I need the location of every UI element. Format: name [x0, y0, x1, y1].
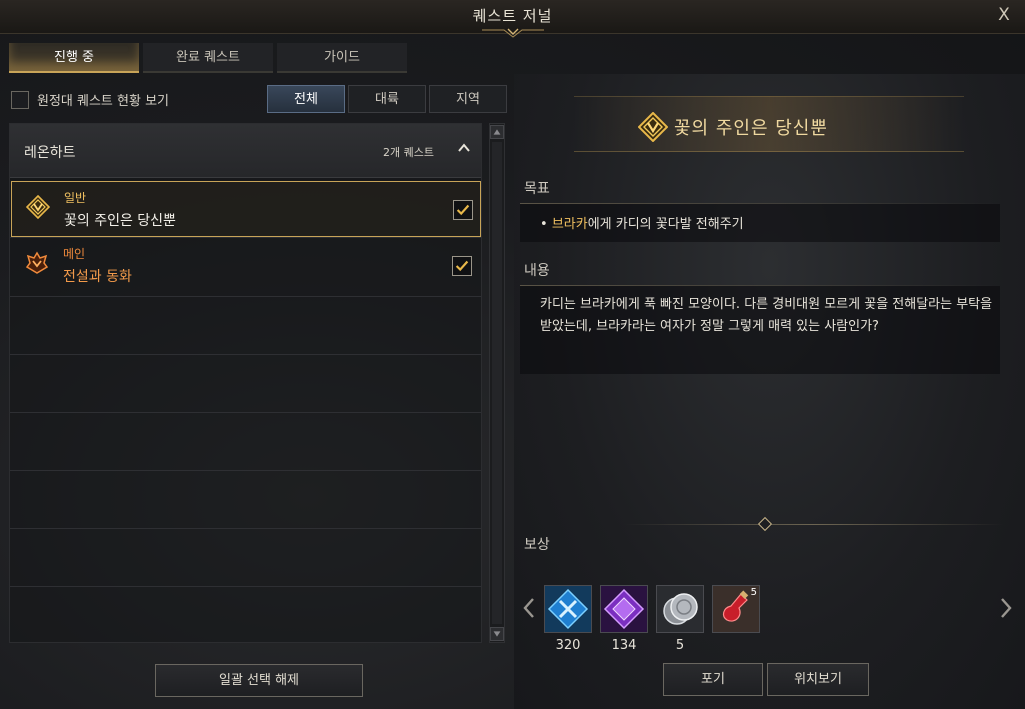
region-filter-group: 전체 대륙 지역: [267, 85, 507, 113]
expedition-quest-toggle[interactable]: 원정대 퀘스트 현황 보기: [11, 90, 169, 109]
quest-group-header[interactable]: 레온하트 2개 퀘스트: [10, 124, 481, 178]
objective-label: 목표: [524, 181, 550, 197]
reward-value: 134: [611, 638, 637, 653]
silver-coin-icon: [657, 586, 703, 632]
quest-group-name: 레온하트: [24, 145, 76, 161]
general-quest-icon: [638, 112, 668, 142]
reward-value: 5: [675, 638, 685, 653]
reward-value: 320: [555, 638, 581, 653]
reward-slot[interactable]: [600, 585, 648, 633]
close-button[interactable]: X: [993, 4, 1015, 26]
expedition-checkbox[interactable]: [11, 90, 29, 109]
objective-description: 에게 카디의 꽃다발 전해주기: [587, 217, 744, 232]
main-quest-icon: [25, 251, 49, 274]
tab-guide[interactable]: 가이드: [277, 43, 407, 73]
quest-group-count: 2개 퀘스트: [383, 146, 434, 159]
quest-item[interactable]: 메인 전설과 동화: [11, 238, 481, 294]
quest-track-checkbox[interactable]: [453, 200, 473, 220]
expedition-label: 원정대 퀘스트 현황 보기: [37, 94, 169, 109]
quest-item[interactable]: 일반 꽃의 주인은 당신뿐: [11, 181, 481, 237]
tab-in-progress[interactable]: 진행 중: [9, 43, 139, 73]
abandon-button[interactable]: 포기: [663, 663, 763, 696]
general-quest-icon: [26, 195, 50, 219]
quest-title: 전설과 동화: [63, 269, 132, 285]
title-bar[interactable]: 퀘스트 저널 X: [0, 0, 1025, 38]
quest-type: 일반: [64, 191, 87, 205]
bulk-deselect-button[interactable]: 일괄 선택 해제: [155, 664, 363, 697]
reward-label: 보상: [524, 537, 550, 553]
row-divider: [10, 586, 481, 587]
reward-slot[interactable]: [544, 585, 592, 633]
reward-slot[interactable]: [656, 585, 704, 633]
chevron-up-icon[interactable]: [456, 140, 472, 156]
quest-list[interactable]: 레온하트 2개 퀘스트 일반 꽃의 주인은 당신뿐 메인 전설과 동화: [9, 123, 482, 643]
row-divider: [10, 354, 481, 355]
blue-cross-gem-icon: [545, 586, 591, 632]
objective-bullet: •: [540, 217, 548, 232]
objective-npc-name: 브라카: [551, 217, 588, 232]
objective-text: • 브라카에게 카디의 꽃다발 전해주기: [540, 213, 744, 232]
content-box: 카디는 브라카에게 푹 빠진 모양이다. 다른 경비대원 모르게 꽃을 전해달라…: [520, 286, 1000, 374]
content-text: 카디는 브라카에게 푹 빠진 모양이다. 다른 경비대원 모르게 꽃을 전해달라…: [540, 297, 993, 334]
quest-detail-pane: 꽃의 주인은 당신뿐 목표 • 브라카에게 카디의 꽃다발 전해주기 내용 카디…: [514, 74, 1025, 709]
reward-divider: [624, 524, 1004, 525]
reward-stack-count: 5: [750, 587, 757, 598]
quest-list-scrollbar[interactable]: [489, 123, 505, 643]
scroll-track[interactable]: [492, 142, 502, 624]
row-divider: [10, 296, 481, 297]
purple-diamond-gem-icon: [601, 586, 647, 632]
reward-slot[interactable]: 5: [712, 585, 760, 633]
content-label: 내용: [524, 263, 550, 279]
filter-continent-button[interactable]: 대륙: [348, 85, 426, 113]
filter-region-button[interactable]: 지역: [429, 85, 507, 113]
row-divider: [10, 528, 481, 529]
view-location-button[interactable]: 위치보기: [767, 663, 869, 696]
tab-completed-quests[interactable]: 완료 퀘스트: [143, 43, 273, 73]
row-divider: [10, 412, 481, 413]
objective-box: • 브라카에게 카디의 꽃다발 전해주기: [520, 204, 1000, 242]
chevron-left-icon[interactable]: [520, 596, 538, 620]
window-title: 퀘스트 저널: [472, 7, 553, 25]
row-divider: [10, 470, 481, 471]
chevron-right-icon[interactable]: [997, 596, 1015, 620]
detail-quest-title: 꽃의 주인은 당신뿐: [674, 118, 828, 139]
quest-track-checkbox[interactable]: [452, 256, 472, 276]
quest-journal-window: 퀘스트 저널 X 진행 중 완료 퀘스트 가이드 원정대 퀘스트 현황 보기 전…: [0, 0, 1025, 709]
scroll-up-icon[interactable]: [490, 125, 504, 139]
filter-all-button[interactable]: 전체: [267, 85, 345, 113]
scroll-down-icon[interactable]: [490, 627, 504, 641]
quest-title: 꽃의 주인은 당신뿐: [64, 213, 176, 229]
journal-tabs: 진행 중 완료 퀘스트 가이드: [9, 43, 407, 73]
quest-type: 메인: [63, 247, 86, 261]
divider-gem-icon: [757, 516, 773, 532]
title-ornament-icon: [482, 28, 544, 38]
quest-list-pane: 원정대 퀘스트 현황 보기 전체 대륙 지역 레온하트 2개 퀘스트 일반 꽃의…: [9, 80, 507, 709]
